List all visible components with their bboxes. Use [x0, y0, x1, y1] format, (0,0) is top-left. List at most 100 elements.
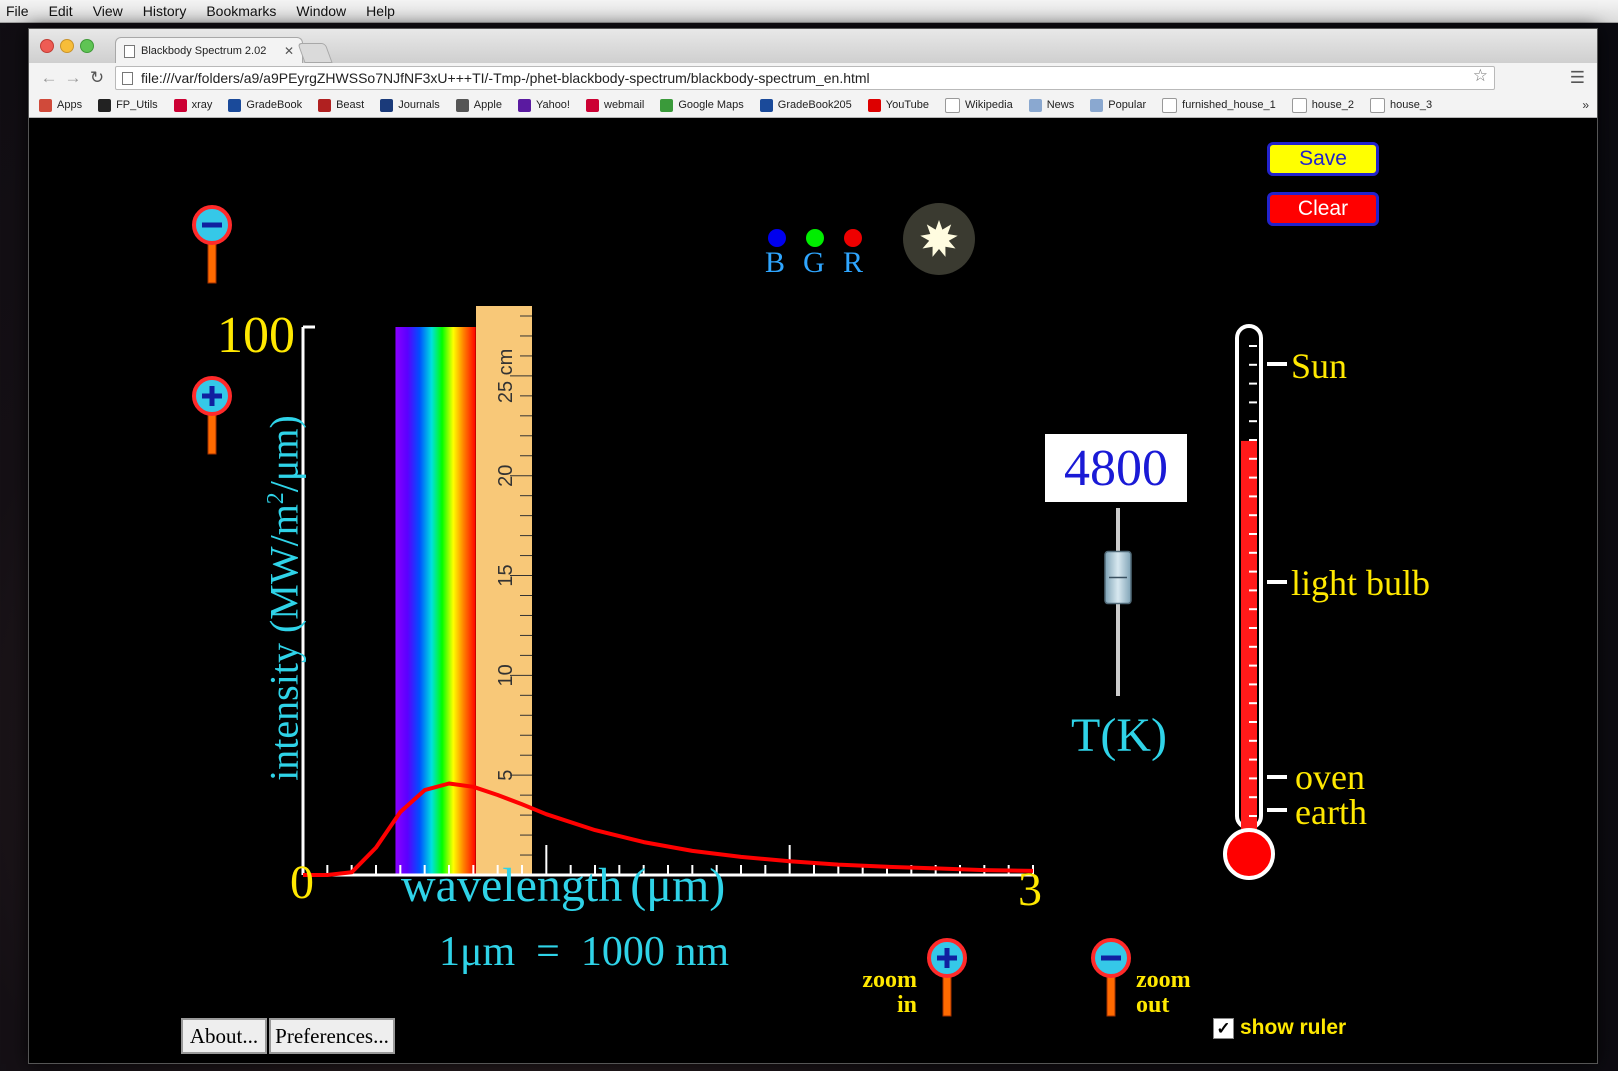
bookmark-fp-utils[interactable]: FP_Utils	[98, 98, 158, 112]
bookmarks-bar: Apps FP_Utils xray GradeBook Beast Journals Ap…	[29, 93, 1597, 118]
tab-title: Blackbody Spectrum 2.02	[141, 45, 267, 57]
rutgers-r-icon	[173, 98, 187, 112]
bookmarks-overflow-icon[interactable]: »	[1582, 98, 1589, 112]
back-arrow-icon[interactable]: ←	[37, 68, 61, 88]
ruler-label: 25 cm	[495, 349, 517, 403]
thermo-label-light-bulb: light bulb	[1291, 563, 1431, 603]
menu-file[interactable]: File	[0, 3, 39, 19]
apps-grid-icon	[39, 98, 52, 112]
new-tab-button[interactable]	[297, 43, 333, 63]
page-icon	[122, 71, 133, 85]
minimize-window-button[interactable]	[60, 39, 74, 53]
menu-view[interactable]: View	[83, 3, 133, 19]
bookmark-xray[interactable]: xray	[173, 98, 213, 112]
maximize-window-button[interactable]	[80, 39, 94, 53]
about-button[interactable]: About...	[181, 1018, 267, 1054]
green-dot	[806, 229, 824, 247]
show-ruler-label: show ruler	[1240, 1016, 1347, 1039]
preferences-button[interactable]: Preferences...	[269, 1018, 395, 1054]
bookmark-beast[interactable]: Beast	[318, 98, 365, 112]
bookmark-gradebook205[interactable]: GradeBook205	[759, 98, 852, 112]
horizontal-zoom-out-button-stem	[1106, 975, 1116, 1017]
bookmark-label: Wikipedia	[965, 99, 1013, 111]
browser-titlebar: Blackbody Spectrum 2.02 ✕	[29, 29, 1597, 64]
bookmark-furnished-house-1[interactable]: furnished_house_1	[1162, 97, 1276, 113]
bookmark-label: Apps	[57, 99, 83, 111]
bookmark-wikipedia[interactable]: Wikipedia	[945, 97, 1013, 113]
bookmark-house-2[interactable]: house_2	[1291, 97, 1354, 113]
bookmark-label: xray	[191, 99, 213, 111]
bookmark-star-icon[interactable]: ☆	[1473, 66, 1488, 86]
bookmark-webmail[interactable]: webmail	[586, 98, 644, 112]
bookmark-label: Popular	[1108, 99, 1147, 111]
bookmark-apps[interactable]: Apps	[39, 98, 83, 112]
browser-menu-icon[interactable]: ☰	[1570, 68, 1585, 88]
browser-window: Blackbody Spectrum 2.02 ✕ ← → ↻ file:///…	[28, 28, 1598, 1064]
bookmark-gradebook[interactable]: GradeBook	[228, 98, 302, 112]
thermo-label-earth: earth	[1295, 792, 1367, 832]
red-dot	[844, 229, 862, 247]
x-max-label: 3	[1018, 863, 1042, 916]
ruler-label: 10	[495, 664, 517, 686]
green-label: G	[803, 246, 825, 279]
bookmark-label: GradeBook205	[777, 99, 852, 111]
gradebook-icon	[228, 98, 242, 112]
page-icon	[124, 44, 135, 58]
clear-button[interactable]: Clear	[1267, 192, 1379, 226]
blue-label: B	[765, 246, 786, 279]
mac-menubar: File Edit View History Bookmarks Window Help	[0, 0, 1618, 23]
page-icon	[1369, 97, 1385, 113]
blue-dot	[768, 229, 786, 247]
page-icon	[1291, 97, 1307, 113]
zoom-in-label: zoom in	[862, 967, 917, 1018]
ruler-label: 20	[495, 465, 517, 487]
unit-conversion: 1μm = 1000 nm	[439, 929, 730, 975]
zoom-out-label: zoom out	[1136, 967, 1191, 1018]
menu-window[interactable]: Window	[286, 3, 356, 19]
save-button[interactable]: Save	[1267, 142, 1379, 176]
y-axis-label: intensity (MW/m2/μm)	[261, 415, 307, 781]
simulation-canvas: 5 10 15 20 25 cm Save Clear B G R 100 intens…	[29, 118, 1597, 1063]
page-icon	[1162, 97, 1178, 113]
menu-edit[interactable]: Edit	[39, 3, 83, 19]
url-text: file:///var/folders/a9/a9PEyrgZHWSSo7NJf…	[141, 70, 870, 86]
x-axis-label: wavelength (μm)	[401, 859, 726, 912]
maps-icon	[660, 98, 674, 112]
menu-history[interactable]: History	[133, 3, 197, 19]
ruler-label: 15	[495, 564, 517, 586]
bookmark-news[interactable]: News	[1028, 98, 1074, 112]
close-tab-icon[interactable]: ✕	[284, 44, 294, 58]
wikipedia-icon	[945, 97, 961, 113]
bookmark-journals[interactable]: Journals	[380, 98, 440, 112]
address-bar[interactable]: file:///var/folders/a9/a9PEyrgZHWSSo7NJf…	[115, 66, 1495, 90]
checkmark-icon[interactable]: ✓	[1213, 1017, 1234, 1039]
menu-help[interactable]: Help	[356, 3, 405, 19]
bookmark-label: house_3	[1389, 99, 1433, 111]
bookmark-house-3[interactable]: house_3	[1369, 97, 1433, 113]
browser-toolbar: ← → ↻ file:///var/folders/a9/a9PEyrgZHWS…	[29, 63, 1597, 93]
folder-icon	[1028, 98, 1042, 112]
y-max-label: 100	[217, 307, 295, 364]
close-window-button[interactable]	[40, 39, 54, 53]
bookmark-yahoo-[interactable]: Yahoo!	[517, 98, 570, 112]
bookmark-label: Yahoo!	[535, 99, 570, 111]
bookmark-youtube[interactable]: YouTube	[867, 98, 930, 112]
menu-bookmarks[interactable]: Bookmarks	[196, 3, 286, 19]
bookmark-google-maps[interactable]: Google Maps	[660, 98, 744, 112]
bookmark-apple[interactable]: Apple	[455, 98, 502, 112]
browser-tab[interactable]: Blackbody Spectrum 2.02 ✕	[115, 37, 303, 64]
horizontal-zoom-in-button-stem	[942, 975, 952, 1017]
reload-icon[interactable]: ↻	[85, 68, 109, 88]
bookmark-label: YouTube	[885, 99, 930, 111]
show-ruler-checkbox[interactable]: ✓ show ruler	[1213, 1016, 1346, 1040]
github-icon	[98, 98, 112, 112]
bookmark-popular[interactable]: Popular	[1090, 98, 1147, 112]
ruler-label: 5	[495, 770, 517, 781]
forward-arrow-icon[interactable]: →	[61, 68, 85, 88]
webmail-icon	[586, 98, 599, 112]
bookmark-label: Apple	[473, 99, 502, 111]
apple-icon	[455, 98, 469, 112]
bookmark-label: Beast	[336, 99, 365, 111]
bookmark-label: house_2	[1311, 99, 1354, 111]
folder-icon	[1090, 98, 1104, 112]
